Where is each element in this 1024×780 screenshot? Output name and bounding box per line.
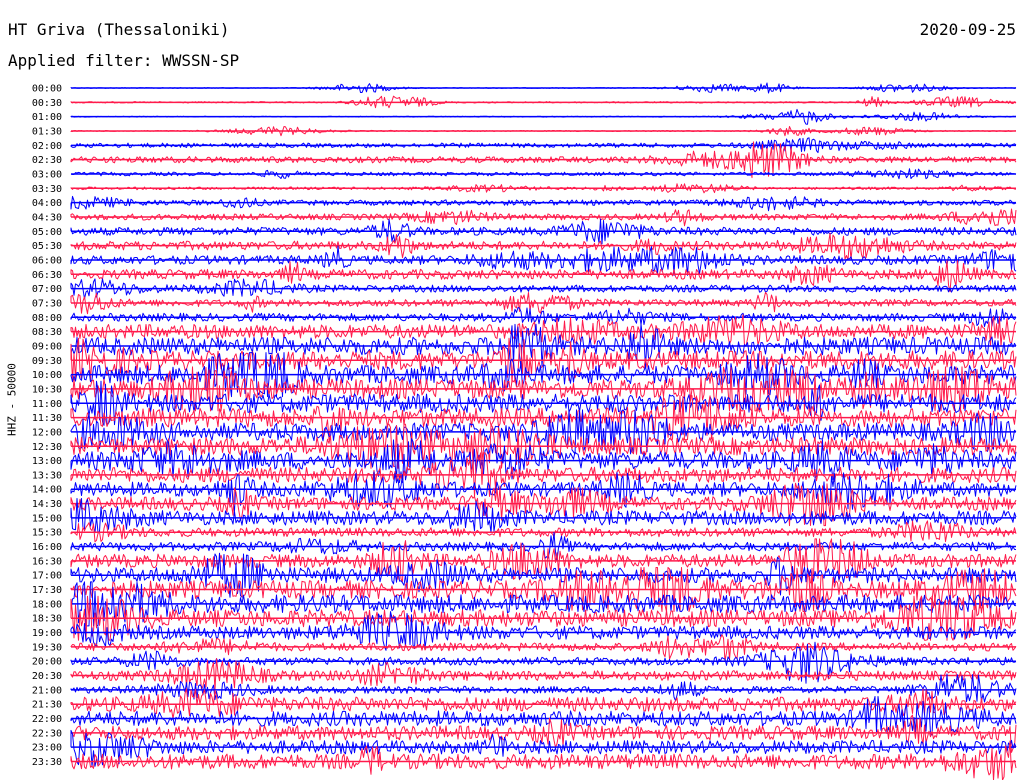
time-label: 15:00 [32, 513, 62, 524]
time-label: 04:30 [32, 212, 62, 223]
time-label: 14:00 [32, 485, 62, 496]
time-label: 01:00 [32, 112, 62, 123]
time-label: 16:00 [32, 542, 62, 553]
time-label: 23:00 [32, 743, 62, 754]
time-label: 08:30 [32, 327, 62, 338]
time-label: 12:00 [32, 427, 62, 438]
time-label: 06:00 [32, 255, 62, 266]
time-labels-group: 00:00 00:30 01:00 01:30 02:00 02:30 03:00 03:30… [32, 84, 62, 769]
time-label: 17:30 [32, 585, 62, 596]
time-label: 15:30 [32, 528, 62, 539]
time-label: 01:30 [32, 126, 62, 137]
time-label: 05:00 [32, 227, 62, 238]
time-label: 22:00 [32, 714, 62, 725]
time-label: 19:30 [32, 642, 62, 653]
time-label: 13:30 [32, 470, 62, 481]
time-label: 07:00 [32, 284, 62, 295]
time-label: 17:00 [32, 571, 62, 582]
time-label: 06:30 [32, 270, 62, 281]
time-label: 16:30 [32, 556, 62, 567]
time-label: 09:00 [32, 341, 62, 352]
traces-group [70, 82, 1017, 780]
time-label: 00:30 [32, 98, 62, 109]
seismogram-plot: 00:00 00:30 01:00 01:30 02:00 02:30 03:00 03:30… [32, 82, 1017, 780]
time-label: 04:00 [32, 198, 62, 209]
time-label: 12:30 [32, 442, 62, 453]
time-label: 10:30 [32, 384, 62, 395]
time-label: 21:30 [32, 700, 62, 711]
trace-line [70, 195, 1017, 212]
time-label: 20:00 [32, 657, 62, 668]
time-label: 18:00 [32, 599, 62, 610]
time-label: 00:00 [32, 84, 62, 95]
time-label: 19:00 [32, 628, 62, 639]
time-label: 20:30 [32, 671, 62, 682]
time-label: 08:00 [32, 313, 62, 324]
time-label: 11:00 [32, 399, 62, 410]
time-label: 10:00 [32, 370, 62, 381]
trace-line [70, 634, 1017, 662]
time-label: 23:30 [32, 757, 62, 768]
time-label: 05:30 [32, 241, 62, 252]
time-label: 07:30 [32, 298, 62, 309]
time-label: 11:30 [32, 413, 62, 424]
time-label: 02:00 [32, 141, 62, 152]
time-label: 22:30 [32, 728, 62, 739]
time-label: 02:30 [32, 155, 62, 166]
time-label: 21:00 [32, 685, 62, 696]
time-label: 13:00 [32, 456, 62, 467]
time-label: 09:30 [32, 356, 62, 367]
time-label: 18:30 [32, 614, 62, 625]
trace-line [70, 520, 1017, 543]
time-label: 03:30 [32, 184, 62, 195]
time-label: 03:00 [32, 169, 62, 180]
time-label: 14:30 [32, 499, 62, 510]
